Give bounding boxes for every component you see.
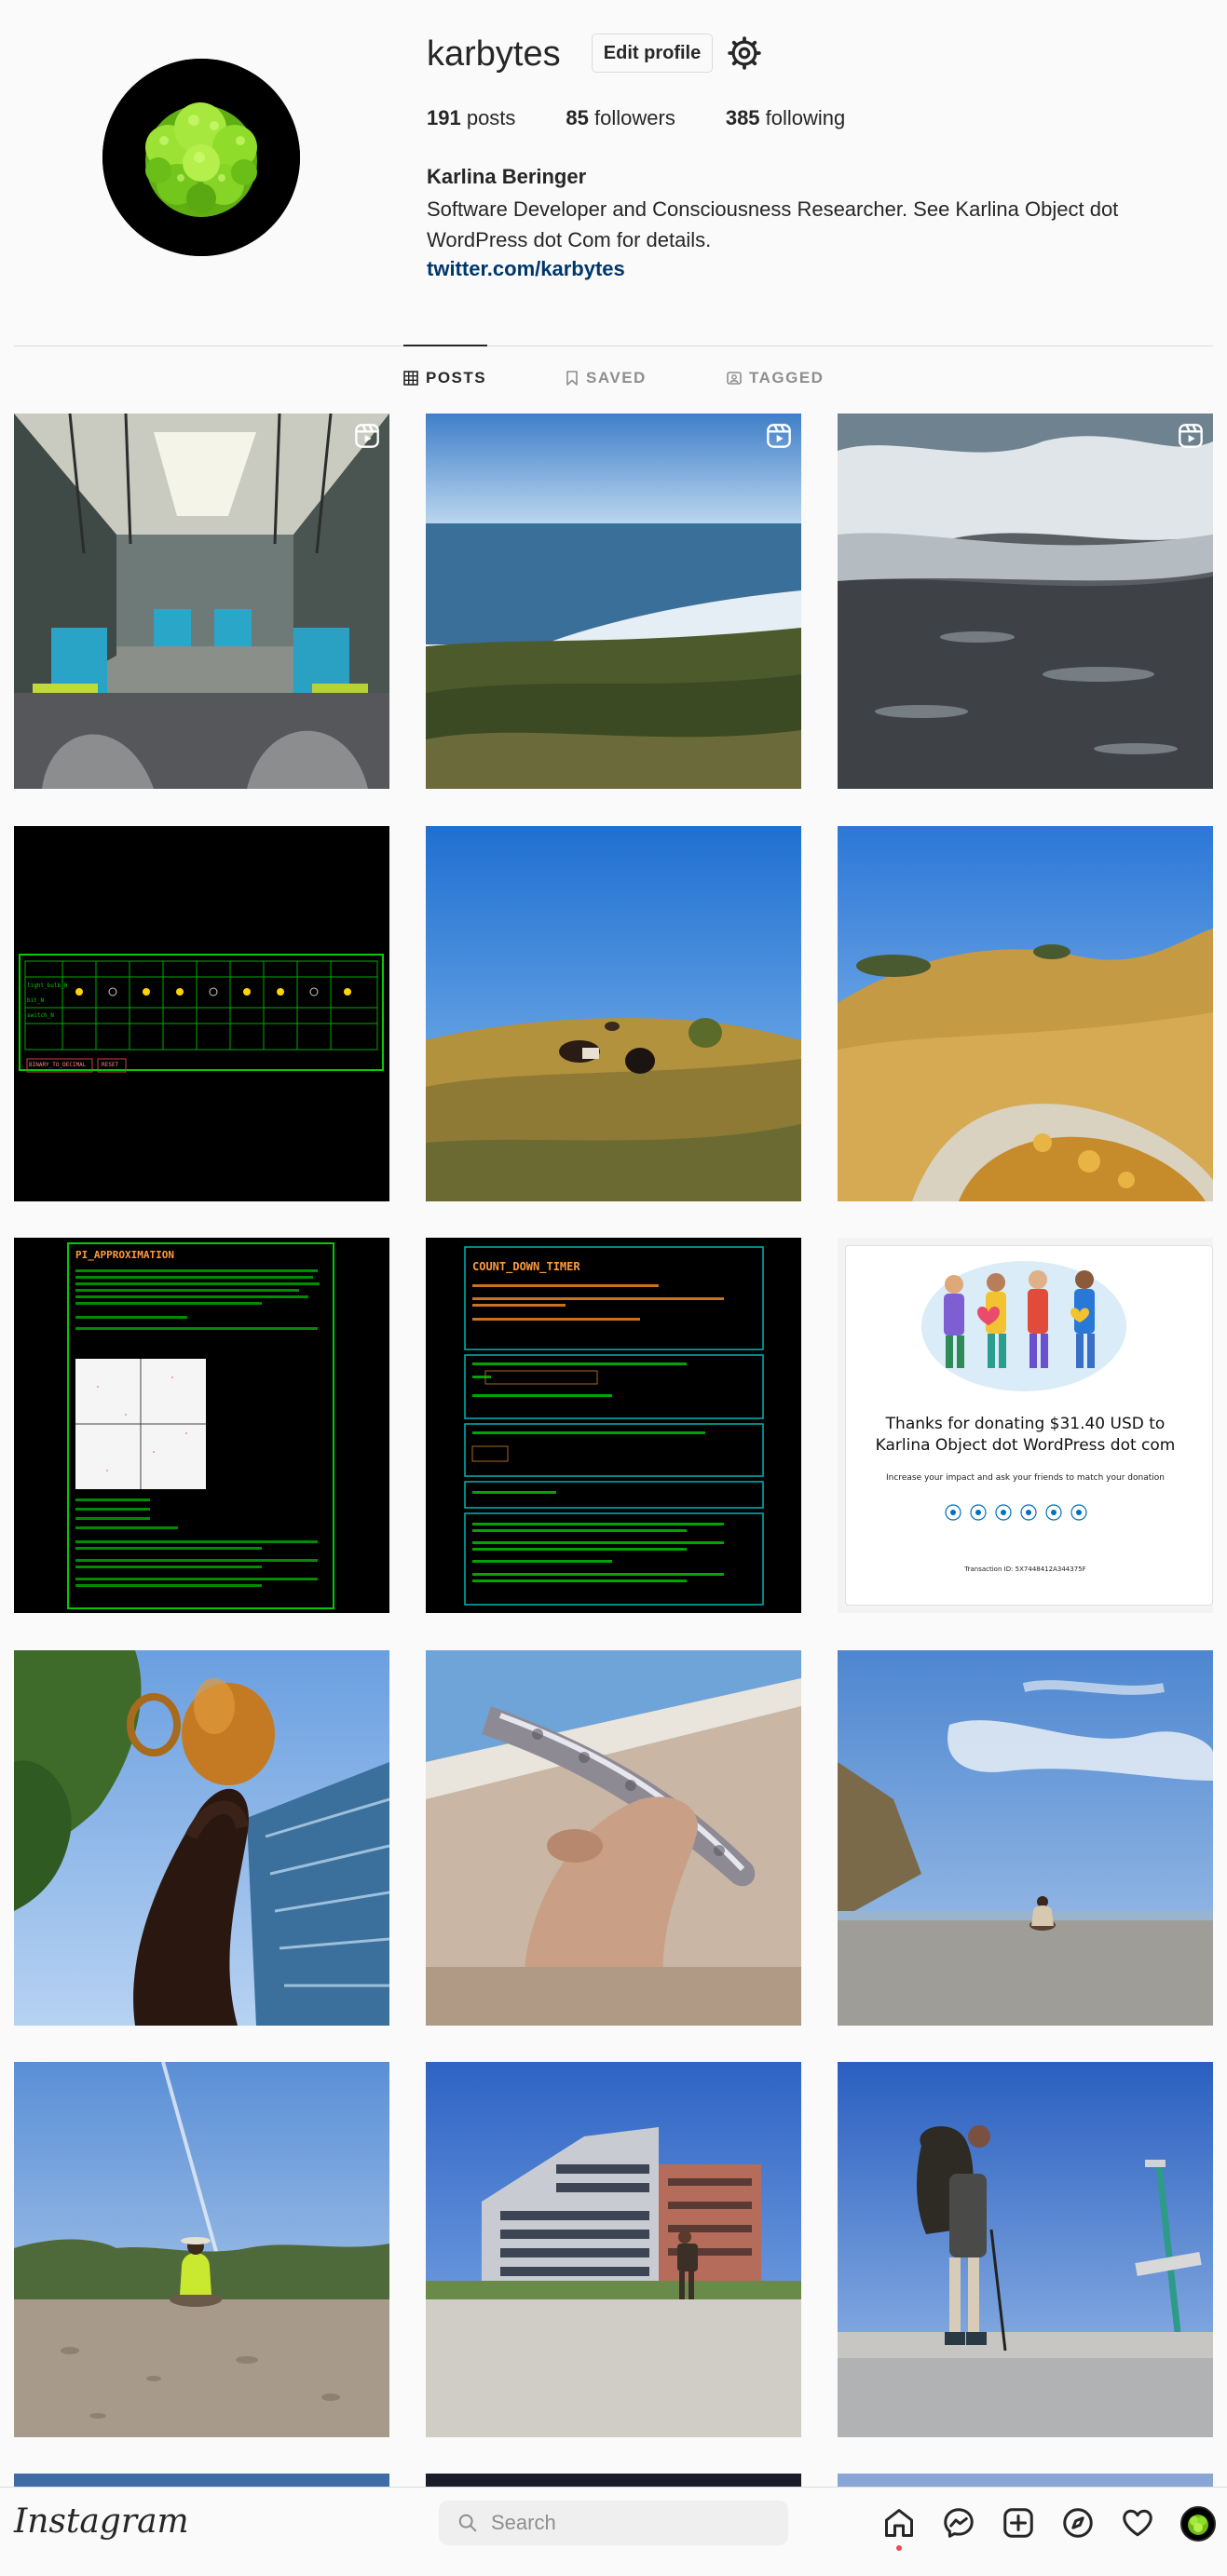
post-tile-beach-meditation[interactable] — [838, 1650, 1213, 2026]
profile-avatar-nav[interactable] — [1180, 2506, 1216, 2542]
avatar-romanesco-thumbnail — [1182, 2508, 1214, 2540]
tab-saved-label: SAVED — [586, 369, 647, 386]
count-down-timer-title: COUNT_DOWN_TIMER — [472, 1260, 580, 1273]
post-tile-rocky-field[interactable] — [14, 2062, 389, 2437]
profile-stats: 191 posts 85 followers 385 following — [427, 106, 895, 130]
tag-icon — [727, 372, 742, 385]
posts-label: posts — [460, 106, 516, 129]
search-icon — [458, 2514, 477, 2532]
post-tile-building-hiker[interactable] — [426, 2062, 801, 2437]
post-tile-golden-hills[interactable] — [838, 826, 1213, 1201]
binary-to-decimal-button: BINARY_TO_DECIMAL — [29, 1062, 87, 1068]
count-down-timer-screenshot — [426, 1238, 801, 1613]
active-tab-indicator — [403, 345, 487, 346]
pi-approximation-title: PI_APPROXIMATION — [75, 1249, 174, 1261]
reset-button: RESET — [102, 1062, 119, 1068]
tab-tagged-label: TAGGED — [749, 369, 825, 386]
post-tile-cows-hill[interactable] — [426, 826, 801, 1201]
avatar-romanesco-image — [102, 59, 300, 256]
followers-count: 85 — [566, 106, 589, 129]
profile-bio: Software Developer and Consciousness Res… — [427, 197, 1119, 251]
wave-beach-photo — [838, 414, 1213, 789]
search-input[interactable] — [491, 2511, 770, 2535]
train-interior-photo — [14, 414, 389, 789]
tab-posts[interactable]: POSTS — [403, 369, 486, 387]
donation-title-line1: Thanks for donating $31.40 USD to — [885, 1415, 1166, 1433]
post-tile-ocean-cliff[interactable] — [426, 414, 801, 789]
light-bulbs-row-labels: light_bulb_N bit_N switch_N — [27, 964, 67, 1024]
profile-full-name: Karlina Beringer — [427, 165, 587, 188]
rocky-field-photo — [14, 2062, 389, 2437]
edit-profile-button[interactable]: Edit profile — [592, 34, 713, 73]
amber-jar-photo — [14, 1650, 389, 2026]
reel-icon — [767, 424, 791, 448]
pi-approximation-screenshot — [14, 1238, 389, 1613]
explore-compass-icon[interactable] — [1061, 2506, 1095, 2540]
post-tile-amber-jar[interactable] — [14, 1650, 389, 2026]
instagram-logo[interactable]: Instagram — [14, 2502, 189, 2541]
reel-icon — [355, 424, 379, 448]
post-tile-light-bulbs-app[interactable]: light_bulb_N bit_N switch_N BINARY_TO_DE… — [14, 826, 389, 1201]
post-tile-pi-approximation[interactable]: PI_APPROXIMATION — [14, 1238, 389, 1613]
posts-count: 191 — [427, 106, 461, 129]
donation-transaction-id: Transaction ID: 5X7448412A344375F — [964, 1566, 1086, 1573]
new-post-plus-icon[interactable] — [1002, 2506, 1035, 2540]
post-tile-backpacker[interactable] — [838, 2062, 1213, 2437]
row-label: light_bulb_N — [27, 983, 68, 989]
ocean-cliff-photo — [426, 414, 801, 789]
donation-title-line2: Karlina Object dot WordPress dot com — [875, 1436, 1176, 1455]
search-box[interactable] — [439, 2501, 788, 2545]
activity-heart-icon[interactable] — [1121, 2506, 1154, 2540]
followers-stat[interactable]: 85 followers — [566, 106, 675, 130]
beach-meditation-photo — [838, 1650, 1213, 2026]
following-stat[interactable]: 385 following — [726, 106, 845, 130]
bottom-navigation-bar: Instagram — [0, 2487, 1227, 2576]
profile-username: karbytes — [427, 34, 561, 74]
donation-subtitle: Increase your impact and ask your friend… — [886, 1473, 1165, 1483]
post-tile-donation-receipt[interactable]: Thanks for donating $31.40 USD to Karlin… — [838, 1238, 1213, 1613]
light-bulbs-app-screenshot — [14, 826, 389, 1201]
golden-hills-photo — [838, 826, 1213, 1201]
row-label: switch_N — [27, 1012, 54, 1019]
messenger-icon[interactable] — [942, 2506, 975, 2540]
reel-icon — [1179, 424, 1203, 448]
followers-label: followers — [588, 106, 675, 129]
tab-tagged[interactable]: TAGGED — [727, 369, 824, 387]
post-tile-wave-beach[interactable] — [838, 414, 1213, 789]
cows-hill-photo — [426, 826, 801, 1201]
grid-icon — [403, 371, 418, 386]
profile-avatar[interactable] — [102, 59, 300, 256]
bookmark-icon — [566, 371, 578, 386]
profile-external-link[interactable]: twitter.com/karbytes — [427, 257, 625, 281]
glass-pipe-photo — [426, 1650, 801, 2026]
building-hiker-photo — [426, 2062, 801, 2437]
settings-gear-icon[interactable] — [727, 35, 762, 71]
post-tile-count-down-timer[interactable]: COUNT_DOWN_TIMER — [426, 1238, 801, 1613]
tab-posts-label: POSTS — [426, 369, 487, 386]
posts-stat: 191 posts — [427, 106, 515, 130]
post-tile-train-interior[interactable] — [14, 414, 389, 789]
post-tile-glass-pipe[interactable] — [426, 1650, 801, 2026]
backpacker-photo — [838, 2062, 1213, 2437]
home-notification-dot — [896, 2545, 902, 2551]
tab-saved[interactable]: SAVED — [566, 369, 647, 387]
following-label: following — [759, 106, 846, 129]
row-label: bit_N — [27, 997, 45, 1004]
home-icon[interactable] — [882, 2506, 916, 2540]
following-count: 385 — [725, 106, 760, 129]
